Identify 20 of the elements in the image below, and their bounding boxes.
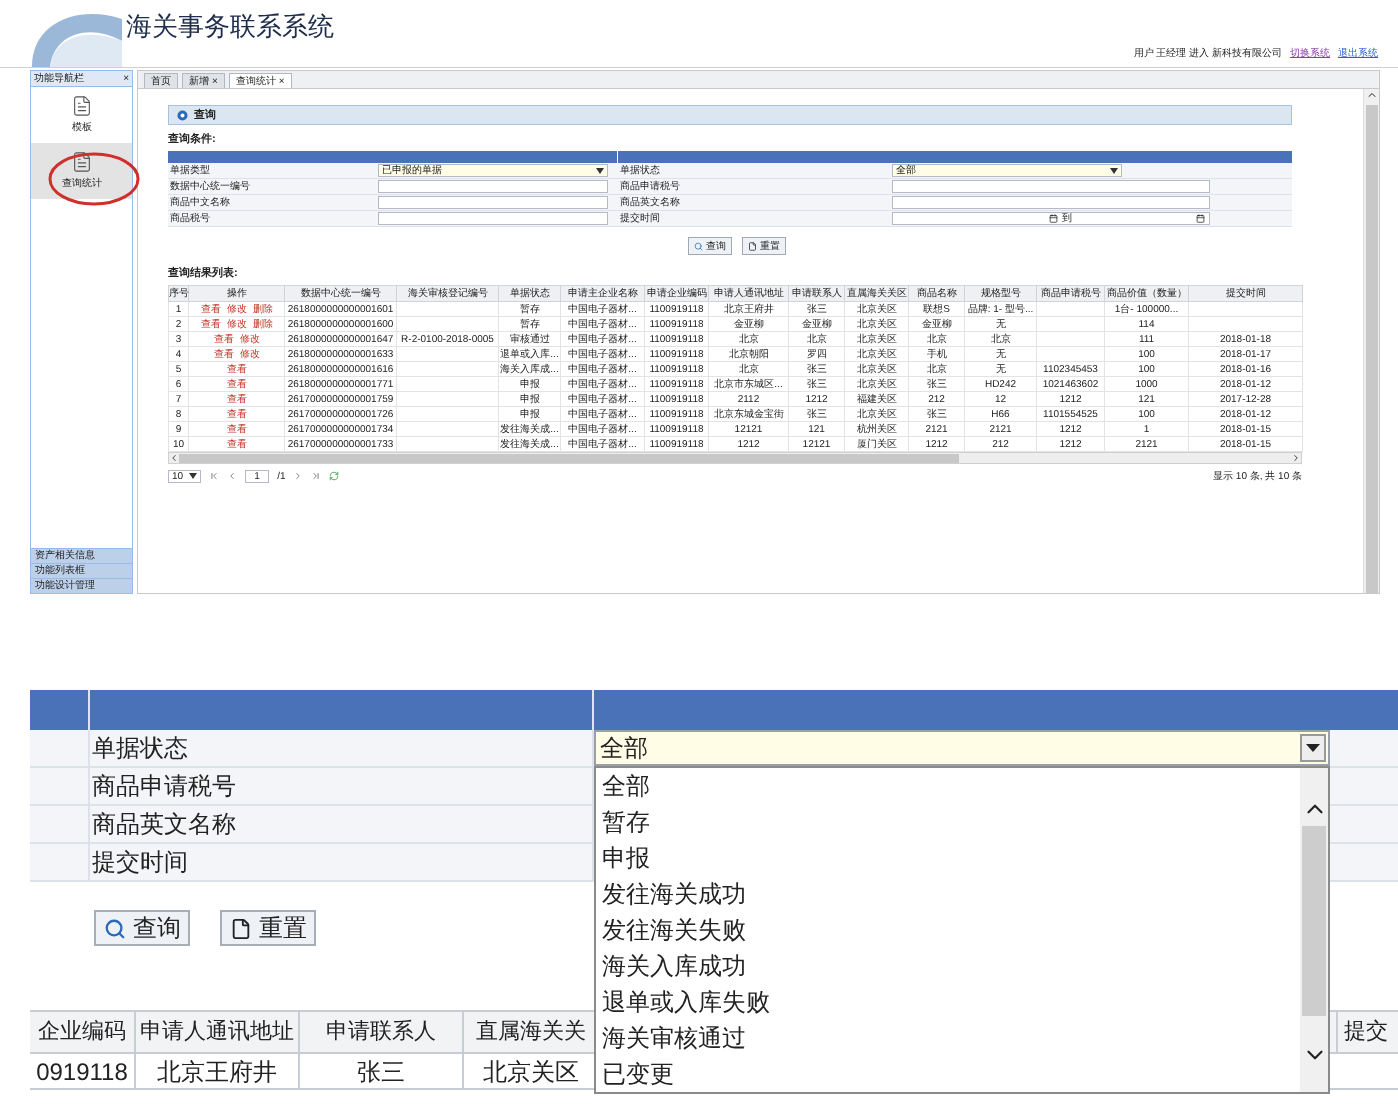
dropdown-option[interactable]: 已变更 bbox=[596, 1056, 1300, 1092]
dropdown-option[interactable]: 申报 bbox=[596, 840, 1300, 876]
form-button[interactable]: 重置 bbox=[220, 910, 316, 946]
table-cell: 北京王府井 bbox=[136, 1054, 300, 1088]
select-field[interactable]: 全部 bbox=[594, 730, 1330, 766]
table-cell: 张三 bbox=[300, 1054, 464, 1088]
form-button[interactable]: 查询 bbox=[94, 910, 190, 946]
column-header: 申请联系人 bbox=[300, 1012, 464, 1052]
dropdown-option[interactable]: 全部 bbox=[596, 768, 1300, 804]
dropdown-option[interactable]: 海关入库成功 bbox=[596, 948, 1300, 984]
table-cell: 0919118 bbox=[30, 1054, 136, 1088]
dropdown-option[interactable]: 发往海关失败 bbox=[596, 912, 1300, 948]
dropdown-option[interactable]: 海关审核通过 bbox=[596, 1020, 1300, 1056]
column-header: 提交 bbox=[1336, 1012, 1388, 1052]
dropdown-option[interactable]: 暂存 bbox=[596, 804, 1300, 840]
column-header: 申请人通讯地址 bbox=[136, 1012, 300, 1052]
dropdown-option[interactable]: 退单或入库失败 bbox=[596, 984, 1300, 1020]
app-title: 海关事务联系系统 bbox=[126, 11, 334, 41]
dropdown-option[interactable]: 发往海关成功 bbox=[596, 876, 1300, 912]
column-header: 企业编码 bbox=[30, 1012, 136, 1052]
